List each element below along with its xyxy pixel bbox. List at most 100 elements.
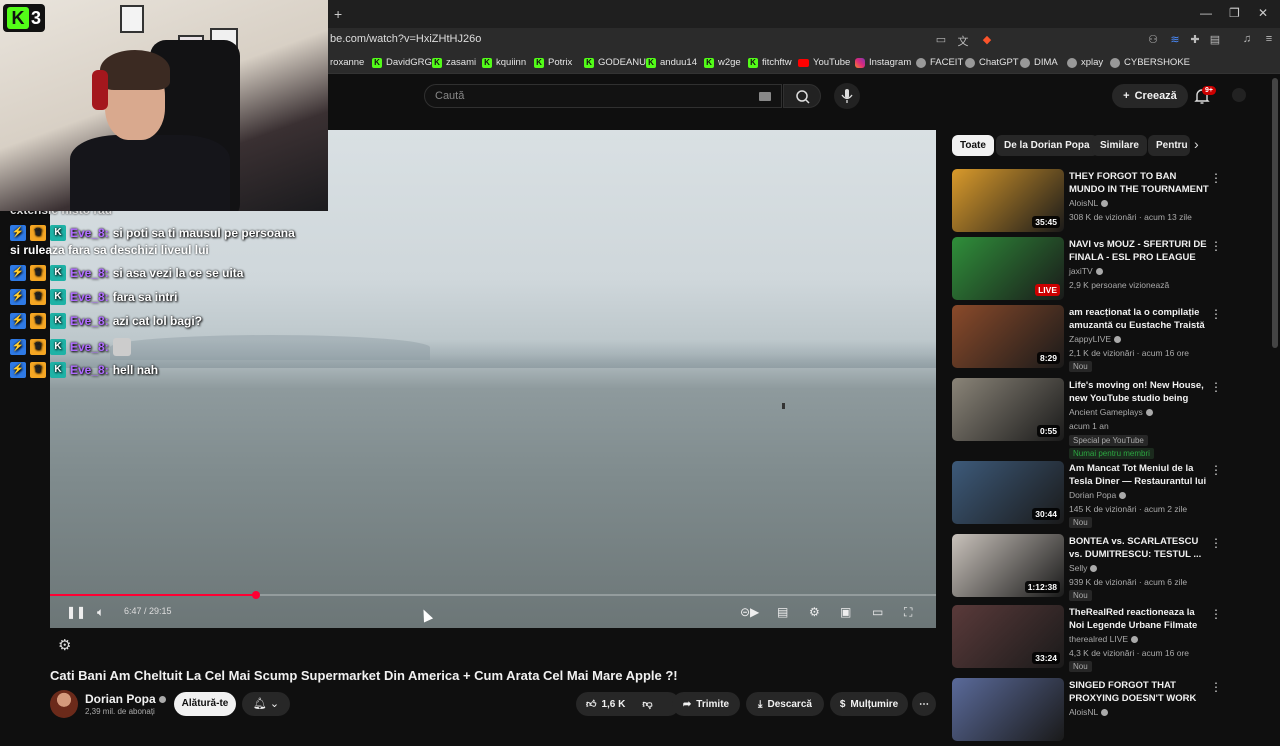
chevron-right-icon[interactable]: › xyxy=(1194,136,1199,152)
video-title[interactable]: SINGED FORGOT THAT PROXYING DOESN'T WORK… xyxy=(1069,679,1209,705)
more-options-icon[interactable]: ⋮ xyxy=(1210,307,1222,321)
account-avatar[interactable] xyxy=(1232,88,1246,102)
miniplayer-icon[interactable]: ▣ xyxy=(840,605,851,619)
filter-chip[interactable]: Similare xyxy=(1092,135,1147,156)
filter-chip[interactable]: Toate xyxy=(952,135,994,156)
bookmark-item[interactable]: Kzasami xyxy=(432,57,476,68)
channel-name-text[interactable]: ZappyLIVE xyxy=(1069,334,1111,344)
minimize-icon[interactable]: — xyxy=(1200,6,1212,20)
pause-icon[interactable]: ❚❚ xyxy=(66,605,86,619)
more-options-icon[interactable]: ⋮ xyxy=(1210,171,1222,185)
video-title[interactable]: Am Mancat Tot Meniul de la Tesla Diner —… xyxy=(1069,462,1209,488)
video-thumbnail[interactable]: 30:44 xyxy=(952,461,1064,524)
video-thumbnail[interactable]: LIVE xyxy=(952,237,1064,300)
bookmark-item[interactable]: K Potrix xyxy=(534,57,572,68)
channel-name-text[interactable]: therealred LIVE xyxy=(1069,634,1128,644)
puzzle-icon[interactable]: ✚ xyxy=(1188,33,1202,47)
bookmark-item[interactable]: CYBERSHOKE xyxy=(1110,57,1190,68)
autoplay-toggle[interactable]: ⊝▶ xyxy=(740,605,759,619)
create-button[interactable]: + Creează xyxy=(1112,84,1188,108)
settings-icon[interactable]: ⚙ xyxy=(58,636,71,654)
channel-name[interactable]: Dorian Popa xyxy=(85,692,166,706)
filter-chip[interactable]: De la Dorian Popa xyxy=(996,135,1098,156)
channel-name[interactable]: Ancient Gameplays xyxy=(1069,407,1153,417)
close-icon[interactable]: ✕ xyxy=(1258,6,1268,20)
like-count[interactable]: 1,6 K xyxy=(601,699,625,710)
like-icon[interactable]: 👍︎ xyxy=(586,698,596,710)
translate-icon[interactable]: 文 xyxy=(956,33,970,48)
bookmark-item[interactable]: K GODEANU xyxy=(584,57,646,68)
bookmark-item[interactable]: xplay xyxy=(1067,57,1103,68)
thanks-button[interactable]: $ Mulțumire xyxy=(830,692,908,716)
bookmark-item[interactable]: Kanduu14 xyxy=(646,57,697,68)
brave-shield-icon[interactable]: ◆ xyxy=(980,33,994,47)
channel-name-text[interactable]: Selly xyxy=(1069,563,1087,573)
video-thumbnail[interactable] xyxy=(952,678,1064,741)
video-thumbnail[interactable]: 35:45 xyxy=(952,169,1064,232)
video-title[interactable]: NAVI vs MOUZ - SFERTURI DE FINALA - ESL … xyxy=(1069,238,1209,264)
bookmark-item[interactable]: Instagram xyxy=(855,57,911,68)
bookmark-item[interactable]: roxanne xyxy=(330,57,364,68)
channel-name[interactable]: jaxiTV xyxy=(1069,266,1103,276)
keyboard-icon[interactable] xyxy=(759,92,771,101)
video-thumbnail[interactable]: 8:29 xyxy=(952,305,1064,368)
recommended-video[interactable]: 35:45 THEY FORGOT TO BAN MUNDO IN THE TOU… xyxy=(952,169,1222,237)
theater-mode-icon[interactable]: ▭ xyxy=(872,605,883,619)
menu-icon[interactable]: ≡ xyxy=(1262,33,1276,47)
channel-name[interactable]: ZappyLIVE xyxy=(1069,334,1122,344)
bookmark-item[interactable]: Kw2ge xyxy=(704,57,741,68)
subtitles-icon[interactable]: ▤ xyxy=(777,605,788,619)
join-button[interactable]: Alătură-te xyxy=(174,692,236,716)
channel-name-text[interactable]: AloisNL xyxy=(1069,198,1098,208)
channel-name[interactable]: Selly xyxy=(1069,563,1098,573)
more-options-icon[interactable]: ⋮ xyxy=(1210,536,1222,550)
more-actions-button[interactable]: ⋯ xyxy=(912,692,936,716)
progress-scrubber[interactable] xyxy=(251,591,260,599)
sidebar-icon[interactable]: ▤ xyxy=(1208,33,1222,47)
video-title[interactable]: am reacționat la o compilație amuzantă c… xyxy=(1069,306,1209,332)
search-button[interactable] xyxy=(783,84,821,108)
voice-search-button[interactable] xyxy=(834,83,860,109)
extension-icon[interactable]: ⚇ xyxy=(1146,33,1160,47)
channel-name-text[interactable]: Dorian Popa xyxy=(1069,490,1116,500)
video-thumbnail[interactable]: 0:55 xyxy=(952,378,1064,441)
player-settings-icon[interactable]: ⚙ xyxy=(809,605,820,619)
channel-name[interactable]: AloisNL xyxy=(1069,707,1109,717)
search-input[interactable]: Caută xyxy=(424,84,782,108)
video-title[interactable]: TheRealRed reactioneaza la Noi Legende U… xyxy=(1069,606,1209,632)
fullscreen-icon[interactable]: ⛶ xyxy=(904,605,912,620)
subscribe-bell-button[interactable]: 🔔︎ ⌄ xyxy=(242,692,290,716)
share-button[interactable]: ➦ Trimite xyxy=(672,692,740,716)
cast-icon[interactable]: ▭ xyxy=(934,33,948,47)
channel-name-text[interactable]: Ancient Gameplays xyxy=(1069,407,1143,417)
recommended-video[interactable]: 0:55 Life's moving on! New House, new You… xyxy=(952,378,1222,459)
video-thumbnail[interactable]: 1:12:38 xyxy=(952,534,1064,597)
channel-avatar[interactable] xyxy=(50,690,78,718)
bookmark-item[interactable]: FACEIT xyxy=(916,57,963,68)
more-options-icon[interactable]: ⋮ xyxy=(1210,680,1222,694)
download-button[interactable]: ⤓ Descarcă xyxy=(746,692,824,716)
more-options-icon[interactable]: ⋮ xyxy=(1210,463,1222,477)
recommended-video[interactable]: SINGED FORGOT THAT PROXYING DOESN'T WORK… xyxy=(952,678,1222,746)
video-title[interactable]: THEY FORGOT TO BAN MUNDO IN THE TOURNAME… xyxy=(1069,170,1209,196)
channel-name[interactable]: Dorian Popa xyxy=(1069,490,1127,500)
wifi-icon[interactable]: ≋ xyxy=(1168,33,1182,47)
bookmark-item[interactable]: YouTube xyxy=(798,57,850,68)
bookmark-item[interactable]: K DavidGRG xyxy=(372,57,432,68)
recommended-video[interactable]: 30:44 Am Mancat Tot Meniul de la Tesla Di… xyxy=(952,461,1222,529)
channel-name[interactable]: therealred LIVE xyxy=(1069,634,1139,644)
bookmark-item[interactable]: Kfitchftw xyxy=(748,57,792,68)
more-options-icon[interactable]: ⋮ xyxy=(1210,239,1222,253)
recommended-video[interactable]: 8:29 am reacționat la o compilație amuzan… xyxy=(952,305,1222,373)
filter-chip[interactable]: Pentru xyxy=(1148,135,1190,156)
media-icon[interactable]: ♫ xyxy=(1240,33,1254,47)
bookmark-item[interactable]: Kkquiinn xyxy=(482,57,526,68)
dislike-icon[interactable]: 👎︎ xyxy=(642,698,652,710)
video-title[interactable]: Life's moving on! New House, new YouTube… xyxy=(1069,379,1209,405)
bookmark-item[interactable]: DIMA xyxy=(1020,57,1058,68)
video-title[interactable]: BONTEA vs. SCARLATESCU vs. DUMITRESCU: T… xyxy=(1069,535,1209,561)
channel-name-text[interactable]: AloisNL xyxy=(1069,707,1098,717)
bookmark-item[interactable]: ChatGPT xyxy=(965,57,1019,68)
more-options-icon[interactable]: ⋮ xyxy=(1210,380,1222,394)
maximize-icon[interactable]: ❐ xyxy=(1229,6,1240,20)
